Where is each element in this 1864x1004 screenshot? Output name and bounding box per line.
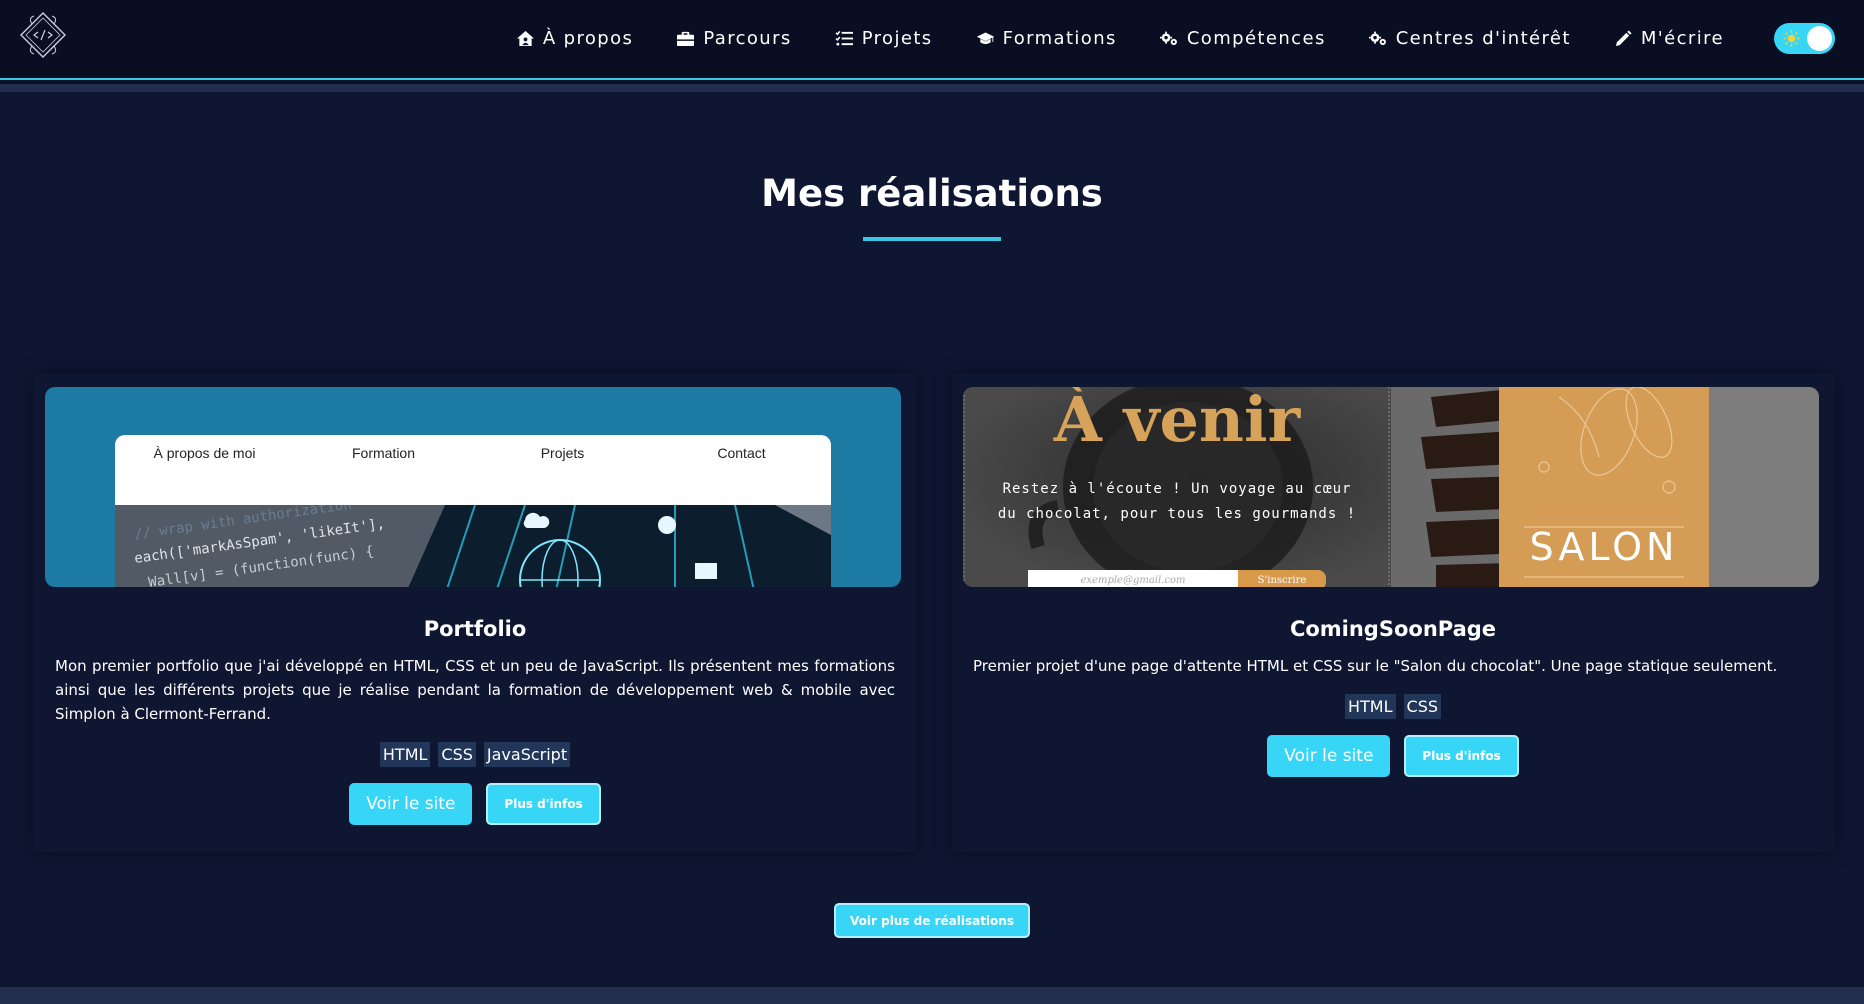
preview-nav-item: Formation (351, 445, 416, 461)
more-info-button[interactable]: Plus d'infos (486, 783, 601, 825)
nav-item-mecrire[interactable]: M'écrire (1614, 28, 1724, 49)
preview-email-input: exemple@gmail.com (1028, 570, 1238, 587)
tag-list: HTML CSS JavaScript (34, 742, 916, 767)
tech-tag: HTML (379, 742, 431, 767)
title-underline (863, 237, 1001, 241)
preview-submit: S'inscrire (1238, 570, 1326, 587)
project-title: ComingSoonPage (1289, 617, 1497, 641)
nav-links: À propos Parcours Projets Formations Com… (473, 22, 1724, 54)
nav-item-label: M'écrire (1640, 27, 1724, 49)
code-laptop-image: // wrap with authorization each(['markAs… (115, 505, 831, 587)
project-card-coming-soon: À venir Restez à l'écoute ! Un voyage au… (952, 374, 1834, 852)
nav-item-label: Centres d'intérêt (1395, 27, 1571, 49)
nav-item-formations[interactable]: Formations (976, 28, 1117, 49)
visit-site-button[interactable]: Voir le site (1267, 735, 1391, 777)
project-thumbnail[interactable]: À propos de moi Formation Projets Contac… (45, 387, 901, 587)
more-info-button[interactable]: Plus d'infos (1404, 735, 1519, 777)
sun-icon (1783, 30, 1800, 47)
tech-tag: HTML (1344, 694, 1396, 719)
preview-brand: SALON (1529, 525, 1679, 569)
nav-item-parcours[interactable]: Parcours (676, 28, 791, 49)
project-card-portfolio: À propos de moi Formation Projets Contac… (34, 374, 916, 852)
house-user-icon (516, 30, 534, 46)
preview-heading: À venir (1053, 387, 1301, 456)
tech-tag: CSS (438, 742, 476, 767)
tag-list: HTML CSS (952, 694, 1834, 719)
graduation-cap-icon (976, 31, 994, 44)
toggle-knob (1807, 26, 1832, 51)
section-title: Mes réalisations (761, 172, 1103, 215)
visit-site-button[interactable]: Voir le site (349, 783, 473, 825)
navbar-border (0, 84, 1864, 92)
project-description: Premier projet d'une page d'attente HTML… (973, 657, 1778, 675)
tech-tag: JavaScript (483, 742, 571, 767)
preview-left-panel: À venir Restez à l'écoute ! Un voyage au… (963, 387, 1391, 587)
nav-item-label: Parcours (703, 27, 792, 49)
gears-icon (1159, 31, 1177, 45)
project-thumbnail[interactable]: À venir Restez à l'écoute ! Un voyage au… (963, 387, 1819, 587)
pencil-icon (1615, 29, 1632, 46)
logo[interactable] (18, 10, 68, 60)
nav-item-label: Compétences (1186, 27, 1326, 49)
theme-toggle[interactable] (1774, 23, 1835, 54)
more-projects-button[interactable]: Voir plus de réalisations (834, 903, 1030, 938)
preview-nav-item: Projets (540, 445, 585, 461)
preview-nav-item: À propos de moi (153, 445, 256, 461)
nav-item-centres-interet[interactable]: Centres d'intérêt (1368, 27, 1571, 49)
gears-icon (1368, 31, 1386, 45)
card-actions: Voir le site Plus d'infos (34, 783, 916, 825)
project-title: Portfolio (423, 617, 527, 641)
nav-item-label: Formations (1002, 27, 1117, 49)
footer-band (0, 987, 1864, 1004)
nav-item-label: Projets (861, 27, 933, 49)
list-check-icon (835, 30, 853, 46)
preview-nav-item: Contact (717, 445, 766, 461)
card-actions: Voir le site Plus d'infos (952, 735, 1834, 777)
project-description: Mon premier portfolio que j'ai développé… (55, 657, 895, 723)
preview-text: Restez à l'écoute ! Un voyage au cœur du… (997, 481, 1357, 522)
preview-window: À propos de moi Formation Projets Contac… (115, 435, 831, 587)
nav-item-competences[interactable]: Compétences (1159, 27, 1326, 49)
navbar: À propos Parcours Projets Formations Com… (0, 0, 1864, 78)
tech-tag: CSS (1403, 694, 1441, 719)
nav-item-projets[interactable]: Projets (835, 28, 933, 49)
preview-nav: À propos de moi Formation Projets Contac… (115, 445, 831, 461)
preview-right-panel: SALON (1391, 387, 1819, 587)
nav-item-a-propos[interactable]: À propos (516, 28, 634, 49)
briefcase-icon (677, 31, 695, 46)
nav-item-label: À propos (542, 27, 634, 49)
